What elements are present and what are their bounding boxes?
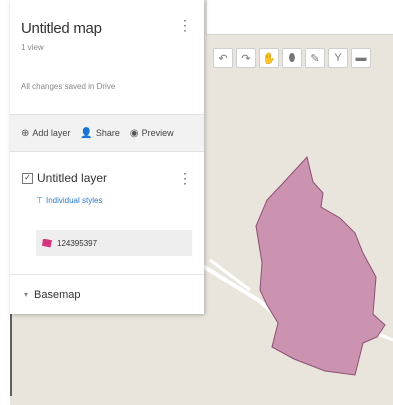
layer-header[interactable]: ✓ Untitled layer xyxy=(22,171,107,185)
layer-options-icon[interactable]: ⋮ xyxy=(178,170,192,187)
route-icon[interactable]: Y xyxy=(328,48,348,68)
layer-checkbox[interactable]: ✓ xyxy=(22,172,33,184)
layer-title[interactable]: Untitled layer xyxy=(37,171,107,185)
paint-roller-icon: ⊤ xyxy=(36,196,43,205)
feature-item[interactable]: 124395397 xyxy=(36,230,192,256)
individual-styles-link[interactable]: ⊤ Individual styles xyxy=(36,196,102,205)
map-bottom-edge xyxy=(10,396,393,405)
polygon-icon xyxy=(42,238,52,248)
polygon-feature[interactable] xyxy=(255,155,386,376)
map-actions: ⊕ Add layer 👤 Share ◉ Preview xyxy=(10,114,204,152)
preview-button[interactable]: ◉ Preview xyxy=(130,128,174,139)
layer-section: ✓ Untitled layer ⋮ ⊤ Individual styles 1… xyxy=(10,160,204,266)
map-title[interactable]: Untitled map xyxy=(21,20,102,37)
styles-label: Individual styles xyxy=(45,196,103,205)
feature-name: 124395397 xyxy=(57,238,98,248)
share-label: Share xyxy=(95,128,120,138)
preview-icon: ◉ xyxy=(129,127,139,139)
share-icon: 👤 xyxy=(80,127,93,139)
map-panel: Untitled map ⋮ 1 view All changes saved … xyxy=(10,0,204,314)
preview-label: Preview xyxy=(141,128,174,138)
marker-icon[interactable]: ⬮ xyxy=(282,48,302,68)
basemap-label: Basemap xyxy=(34,288,81,301)
add-layer-button[interactable]: ⊕ Add layer xyxy=(21,128,70,139)
redo-icon[interactable]: ↷ xyxy=(236,48,256,68)
undo-icon[interactable]: ↶ xyxy=(213,48,233,68)
draw-line-icon[interactable]: ✎ xyxy=(305,48,325,68)
basemap-toggle[interactable]: ▾ Basemap xyxy=(10,274,204,314)
hand-icon[interactable]: ✋ xyxy=(259,48,279,68)
save-status: All changes saved in Drive xyxy=(21,82,116,91)
view-count: 1 view xyxy=(21,43,44,52)
add-layer-label: Add layer xyxy=(32,128,71,138)
map-toolbar: ↶ ↷ ✋ ⬮ ✎ Y ▬ xyxy=(213,48,371,70)
share-button[interactable]: 👤 Share xyxy=(80,128,119,139)
chevron-down-icon: ▾ xyxy=(24,290,29,299)
add-layer-icon: ⊕ xyxy=(21,127,30,139)
ruler-icon[interactable]: ▬ xyxy=(351,48,371,68)
more-options-icon[interactable]: ⋮ xyxy=(178,18,192,32)
search-bar[interactable] xyxy=(206,0,393,35)
